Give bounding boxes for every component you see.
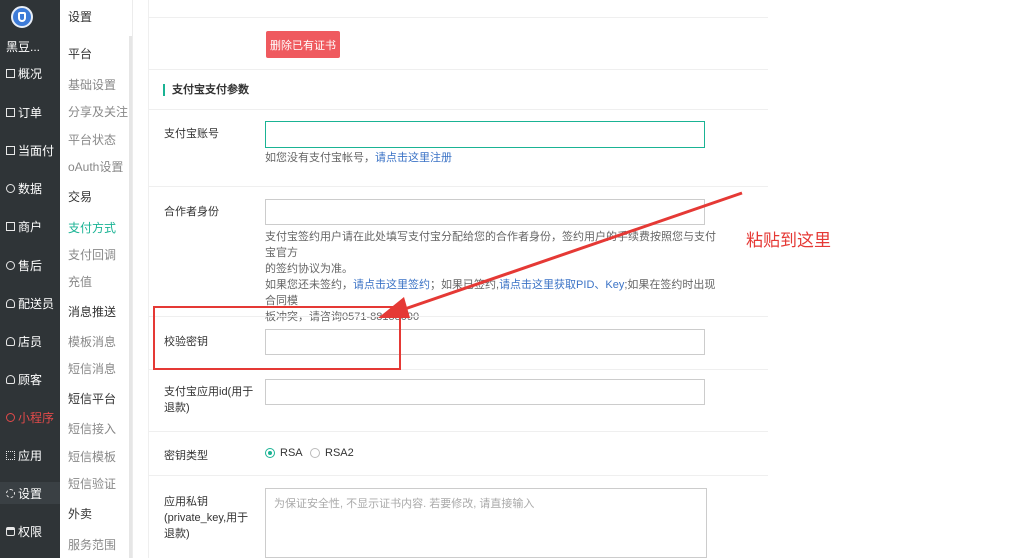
row-divider (148, 109, 768, 110)
subnav-item-share-follow[interactable]: 分享及关注 (68, 103, 128, 120)
radio-rsa[interactable]: RSA (265, 447, 303, 459)
lock-icon (6, 526, 15, 536)
nav-item-merchants[interactable]: 商户 (0, 215, 60, 237)
user-icon (6, 298, 15, 308)
radio-rsa2[interactable]: RSA2 (310, 447, 354, 459)
partner-id-label: 合作者身份 (164, 206, 219, 218)
list-icon (6, 145, 15, 155)
key-type-label: 密钥类型 (164, 450, 208, 462)
nav-item-customers[interactable]: 顾客 (0, 368, 60, 390)
nav-item-face-pay[interactable]: 当面付 (0, 139, 60, 161)
subnav-item-template-msg[interactable]: 模板消息 (68, 333, 116, 350)
user-icon (6, 374, 15, 384)
subnav-title: 设置 (68, 10, 93, 24)
mini-program-icon (6, 412, 15, 422)
radio-rsa2-indicator[interactable] (310, 448, 320, 458)
get-pid-key-link[interactable]: 请点击这里获取PID、Key (499, 279, 624, 291)
nav-item-mini-program[interactable]: 小程序 (0, 406, 60, 428)
row-divider (148, 475, 768, 476)
subnav-group-push: 消息推送 (68, 305, 117, 319)
delete-certificate-button[interactable]: 删除已有证书 (266, 31, 340, 58)
subnav-group-sms-platform: 短信平台 (68, 392, 117, 406)
row-divider (148, 69, 768, 70)
app-id-label: 支付宝应用id(用于 退款) (164, 386, 254, 414)
nav-item-couriers[interactable]: 配送员 (0, 292, 60, 314)
shop-logo-icon[interactable] (11, 6, 33, 28)
subnav-item-sms-access[interactable]: 短信接入 (68, 420, 116, 437)
annotation-text: 粘贴到这里 (746, 231, 831, 250)
nav-item-after-sales[interactable]: 售后 (0, 254, 60, 276)
chart-icon (6, 183, 15, 193)
register-link[interactable]: 请点击这里注册 (375, 152, 452, 164)
nav-item-apps[interactable]: 应用 (0, 444, 60, 466)
subnav-item-oauth[interactable]: oAuth设置 (68, 158, 123, 175)
nav-item-data[interactable]: 数据 (0, 177, 60, 199)
row-divider (148, 431, 768, 432)
nav-item-permissions[interactable]: 权限 (0, 520, 60, 542)
subnav-item-sms-template[interactable]: 短信模板 (68, 448, 116, 465)
annotation-highlight-box (153, 306, 401, 370)
section-title-alipay: 支付宝支付参数 (163, 84, 249, 96)
main-sidebar: 黑豆... 概况 订单 当面付 数据 商户 售后 配送员 店员 顾客 小程序 应… (0, 0, 60, 558)
alipay-account-label: 支付宝账号 (164, 128, 219, 140)
row-divider (148, 17, 768, 18)
subnav-scrollbar[interactable] (129, 36, 132, 558)
subnav-item-payment-callback[interactable]: 支付回调 (68, 246, 116, 263)
subnav-item-recharge[interactable]: 充值 (68, 273, 92, 290)
gear-icon (6, 488, 15, 498)
partner-id-input[interactable] (265, 199, 705, 225)
radio-rsa-indicator[interactable] (265, 448, 275, 458)
shop-name[interactable]: 黑豆... (6, 38, 40, 55)
subnav-group-trade: 交易 (68, 190, 93, 204)
app-id-input[interactable] (265, 379, 705, 405)
private-key-textarea[interactable]: 为保证安全性, 不显示证书内容. 若要修改, 请直接输入 (265, 488, 707, 558)
alipay-account-help: 如您没有支付宝帐号，请点击这里注册 (265, 152, 452, 164)
nav-item-settings[interactable]: 设置 (0, 482, 60, 504)
subnav-item-sms-msg[interactable]: 短信消息 (68, 360, 116, 377)
nav-item-clerks[interactable]: 店员 (0, 330, 60, 352)
store-icon (6, 221, 15, 231)
subnav-item-service-range[interactable]: 服务范围 (68, 536, 116, 553)
nav-item-overview[interactable]: 概况 (0, 62, 60, 84)
subnav-item-platform-status[interactable]: 平台状态 (68, 131, 116, 148)
subnav-group-takeout: 外卖 (68, 507, 93, 521)
alipay-account-input[interactable] (265, 121, 705, 148)
subnav-item-basic-settings[interactable]: 基础设置 (68, 76, 116, 93)
subnav-item-payment-methods[interactable]: 支付方式 (68, 219, 116, 236)
user-icon (6, 336, 15, 346)
grid-icon (6, 450, 15, 460)
subnav-item-sms-verify[interactable]: 短信验证 (68, 475, 116, 492)
subnav-group-platform: 平台 (68, 47, 93, 61)
row-divider (148, 186, 768, 187)
nav-item-orders[interactable]: 订单 (0, 101, 60, 123)
calendar-icon (6, 68, 15, 78)
private-key-label: 应用私钥 (private_key,用于 退款) (164, 496, 249, 540)
settings-subnav: 设置 平台 基础设置 分享及关注 平台状态 oAuth设置 交易 支付方式 支付… (60, 0, 133, 558)
list-icon (6, 107, 15, 117)
service-icon (6, 260, 15, 270)
sign-contract-link[interactable]: 请点击这里签约 (353, 279, 430, 291)
payment-settings-form: 删除已有证书 支付宝支付参数 支付宝账号 如您没有支付宝帐号，请点击这里注册 合… (140, 0, 1027, 558)
